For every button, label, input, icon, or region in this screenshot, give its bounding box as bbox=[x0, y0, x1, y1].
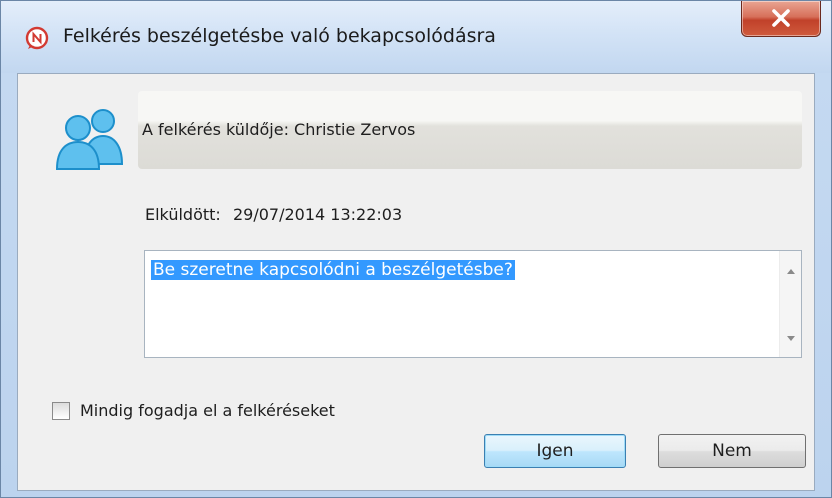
close-button[interactable] bbox=[741, 1, 821, 37]
title-bar[interactable]: Felkérés beszélgetésbe való bekapcsolódá… bbox=[1, 1, 831, 73]
window-title: Felkérés beszélgetésbe való bekapcsolódá… bbox=[63, 25, 496, 47]
close-icon bbox=[772, 9, 790, 27]
sent-timestamp: 29/07/2014 13:22:03 bbox=[233, 205, 403, 224]
no-button[interactable]: Nem bbox=[658, 434, 806, 468]
dialog-window: Felkérés beszélgetésbe való bekapcsolódá… bbox=[0, 0, 832, 498]
scroll-down-icon[interactable] bbox=[787, 336, 795, 341]
dialog-content: A felkérés küldője: Christie Zervos Elkü… bbox=[17, 73, 815, 491]
message-scrollbar[interactable] bbox=[779, 251, 801, 357]
sender-text: A felkérés küldője: Christie Zervos bbox=[142, 120, 416, 139]
always-accept-checkbox[interactable] bbox=[52, 402, 70, 420]
people-icon bbox=[48, 106, 132, 170]
message-text[interactable]: Be szeretne kapcsolódni a beszélgetésbe? bbox=[151, 260, 515, 280]
message-textbox[interactable]: Be szeretne kapcsolódni a beszélgetésbe? bbox=[144, 250, 802, 358]
yes-button[interactable]: Igen bbox=[484, 434, 626, 468]
scroll-up-icon[interactable] bbox=[787, 269, 795, 274]
always-accept-label[interactable]: Mindig fogadja el a felkéréseket bbox=[80, 401, 335, 420]
chat-bubble-icon bbox=[25, 26, 49, 50]
sent-label: Elküldött: bbox=[145, 205, 221, 224]
